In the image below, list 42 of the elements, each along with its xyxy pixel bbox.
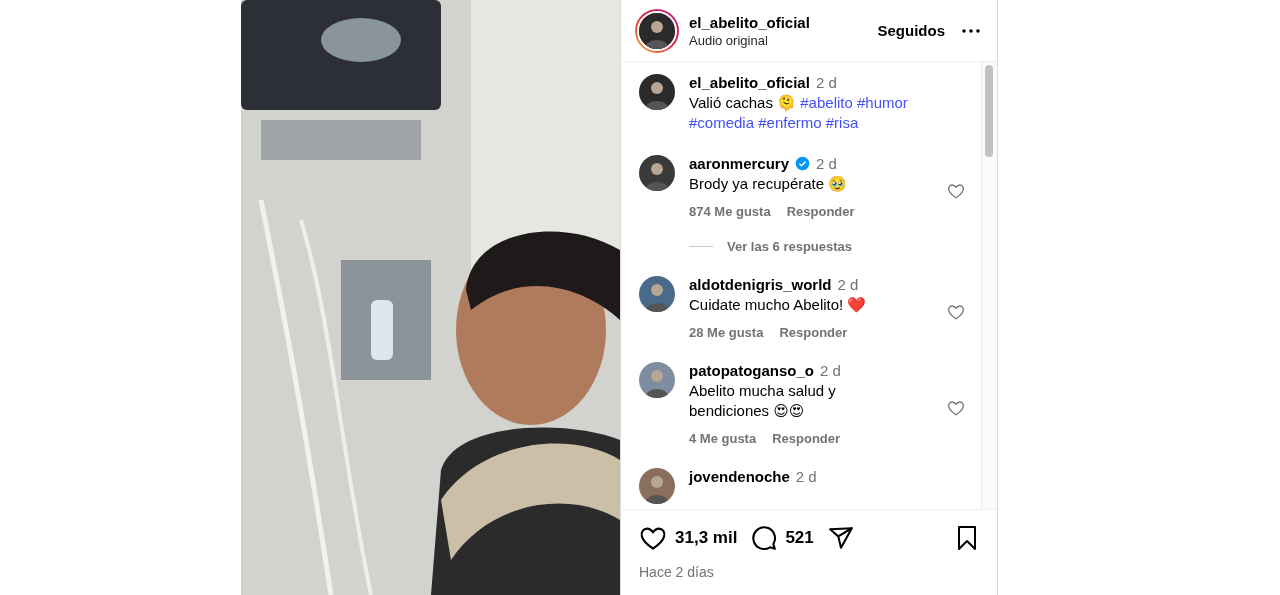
avatar-icon[interactable] <box>639 74 675 110</box>
comment-icon[interactable] <box>751 525 778 551</box>
scrollbar[interactable] <box>981 62 997 509</box>
hashtag-link[interactable]: #abelito <box>800 94 853 111</box>
comment-time: 2 d <box>816 155 837 172</box>
comment-text: Cuidate mucho Abelito! ❤ <box>689 295 868 315</box>
comment-time: 2 d <box>837 276 859 293</box>
likes-count[interactable]: 28 Me gusta <box>689 325 764 340</box>
likes-count[interactable]: 874 Me gusta <box>689 204 771 219</box>
comment-username[interactable]: aaronmercury <box>689 155 790 172</box>
comment-username[interactable]: patopatoganso_o <box>689 362 814 379</box>
bookmark-icon[interactable] <box>955 525 979 551</box>
comment-count: 521 <box>785 528 814 548</box>
post-date: Hace 2 días <box>639 564 715 580</box>
comment-time: 2 d <box>815 74 837 91</box>
like-count[interactable]: 31,3 mil <box>675 528 738 548</box>
hashtag-link[interactable]: #risa <box>825 114 859 131</box>
caption-text: Valió cachas 🫠 #abelito #humor #comedia #enfermo #risa <box>689 93 909 133</box>
comment-time: 2 d <box>820 362 841 379</box>
share-icon[interactable] <box>827 525 854 551</box>
comment-text: Brody ya recupérate 🥹 <box>689 174 849 194</box>
author-username[interactable]: el_abelito_oficial <box>689 13 862 31</box>
hashtag-link[interactable]: #enfermo <box>758 114 822 131</box>
likes-count[interactable]: 4 Me gusta <box>689 431 757 446</box>
avatar-icon[interactable] <box>639 276 675 312</box>
avatar-icon[interactable] <box>639 155 675 191</box>
comment-text: Abelito mucha salud y bendiciones 😍😍 <box>689 381 837 421</box>
comment-username[interactable]: el_abelito_oficial <box>689 74 810 91</box>
hashtag-link[interactable]: #comedia <box>689 114 755 131</box>
hashtag-link[interactable]: #humor <box>857 94 908 111</box>
reply-link[interactable]: Responder <box>772 431 841 446</box>
comment-username[interactable]: jovendenoche <box>689 468 790 485</box>
view-replies-button[interactable]: Ver las 6 respuestas <box>689 239 853 254</box>
comment-time: 2 d <box>795 468 817 485</box>
avatar-icon[interactable] <box>639 362 675 398</box>
audio-label[interactable]: Audio original <box>689 32 862 48</box>
verified-badge-icon <box>795 156 811 171</box>
comment-username[interactable]: aldotdenigris_world <box>689 276 832 293</box>
avatar-icon[interactable] <box>639 468 675 504</box>
following-button[interactable]: Seguidos <box>871 18 951 43</box>
reply-link[interactable]: Responder <box>779 325 848 340</box>
reply-link[interactable]: Responder <box>786 204 855 219</box>
